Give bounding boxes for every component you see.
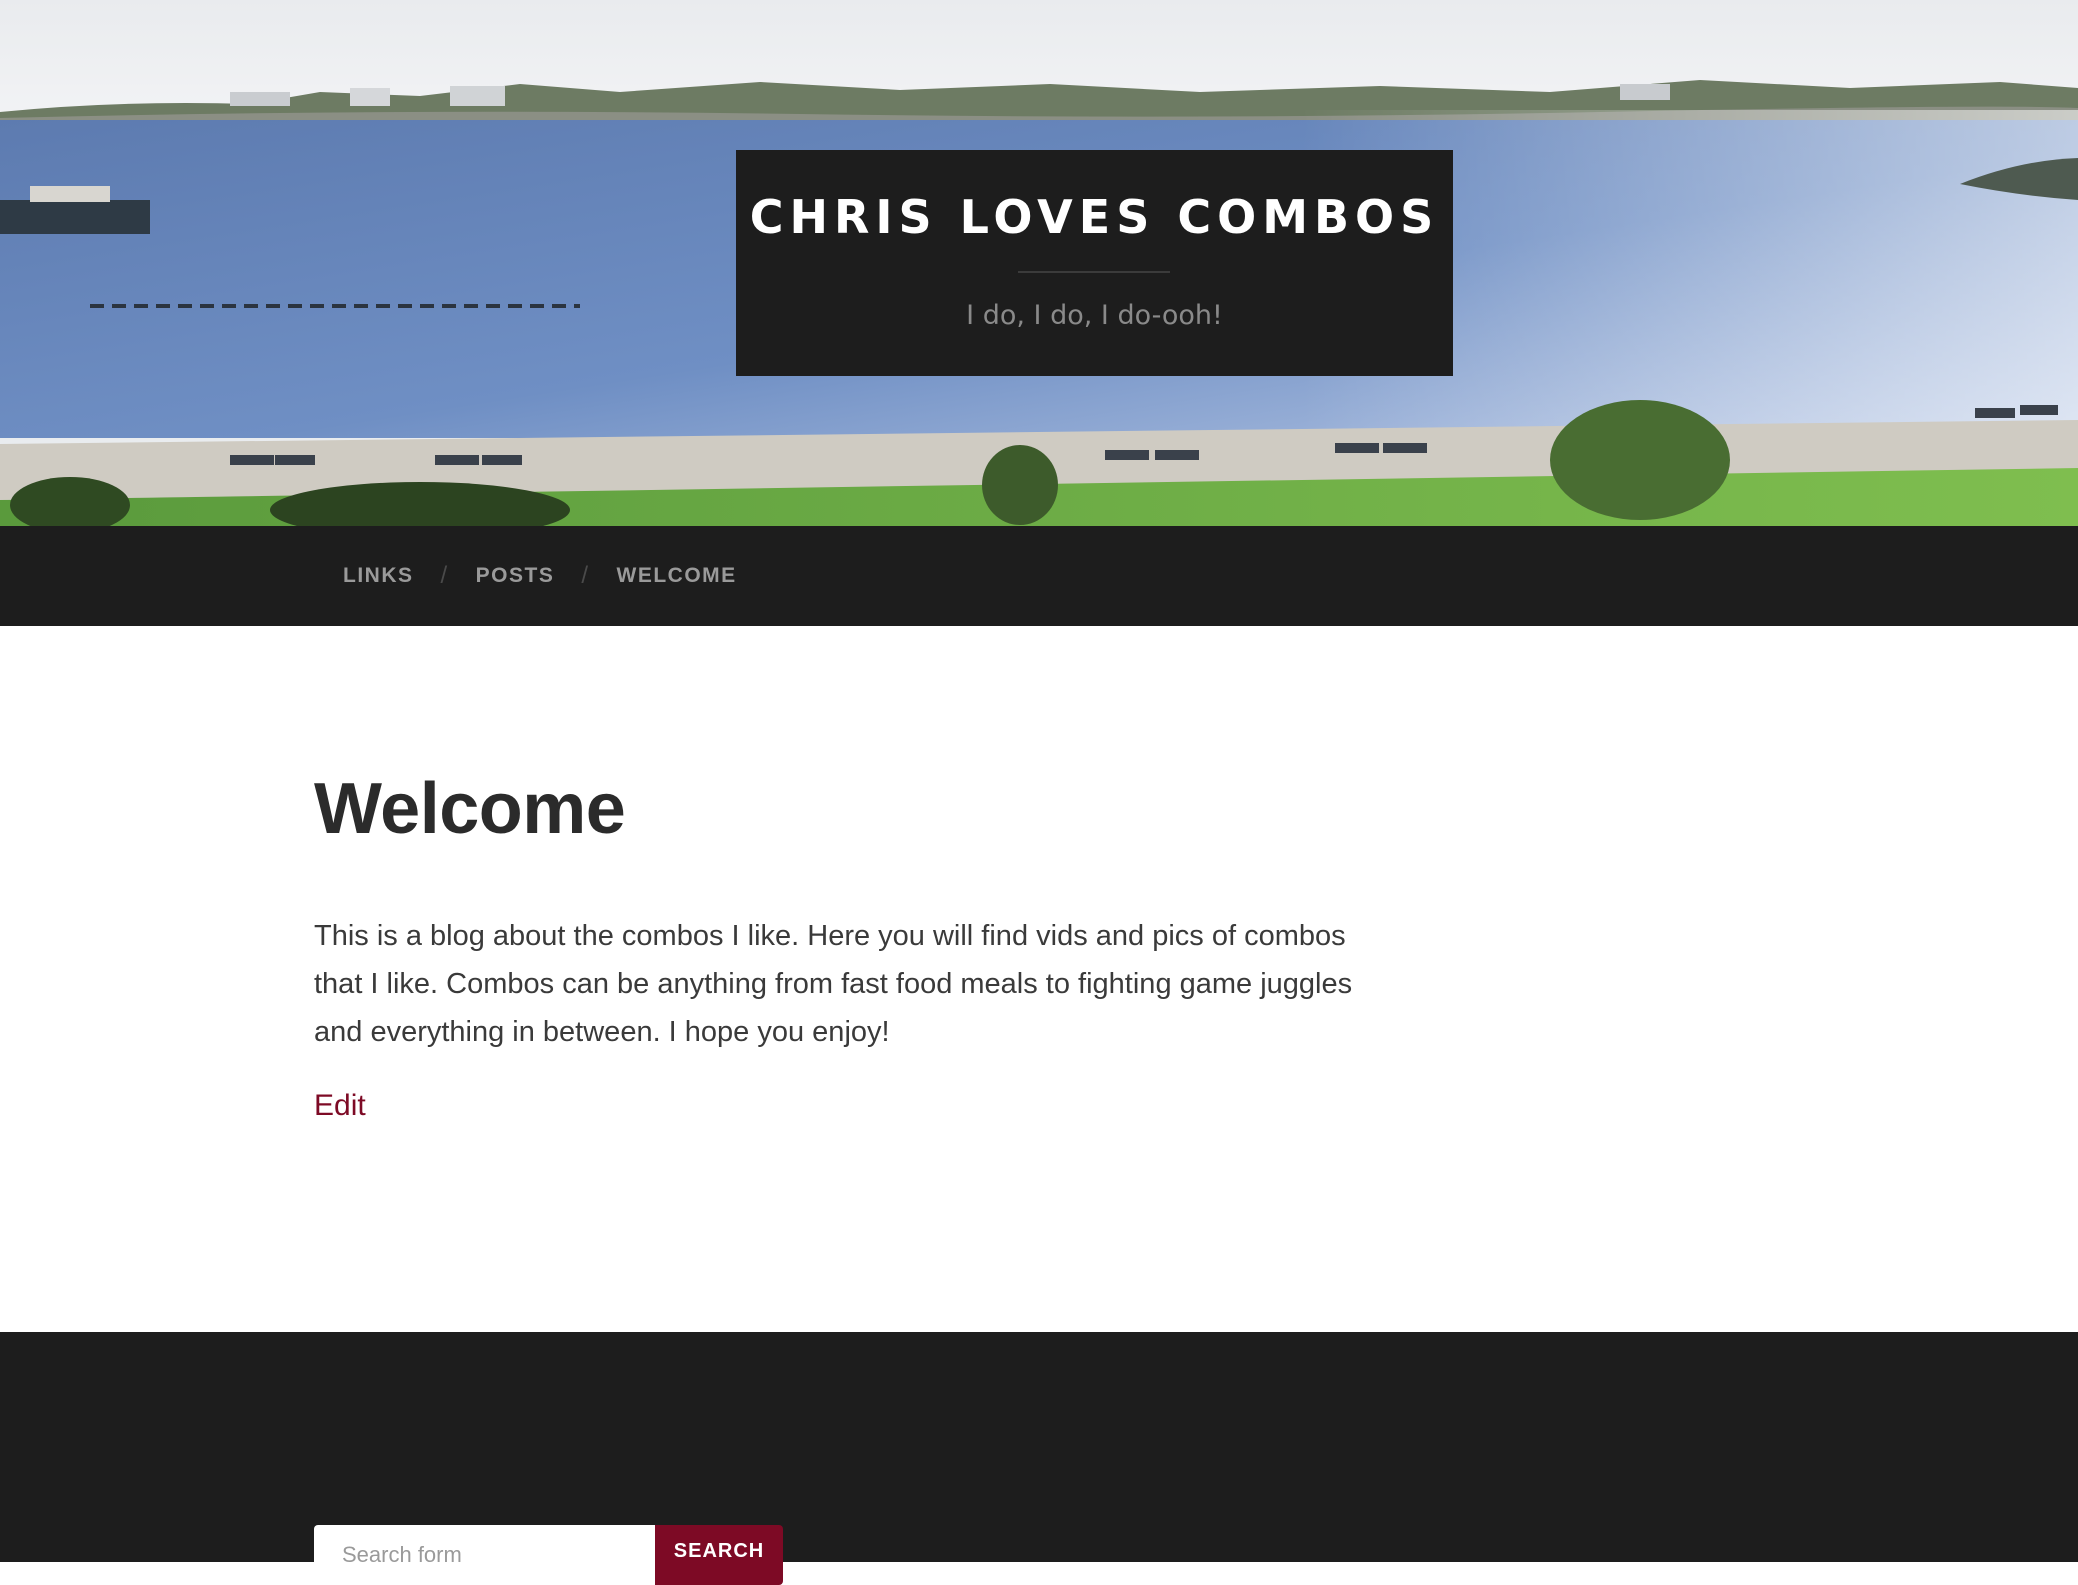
edit-link[interactable]: Edit xyxy=(314,1089,366,1123)
nav-item-links[interactable]: LINKS xyxy=(343,564,414,588)
nav-item-welcome[interactable]: WELCOME xyxy=(617,564,737,588)
nav-separator: / xyxy=(581,562,590,589)
title-divider xyxy=(1018,271,1170,273)
nav-separator: / xyxy=(440,562,449,589)
page-body-text: This is a blog about the combos I like. … xyxy=(314,920,1353,1049)
main-navigation: LINKS / POSTS / WELCOME xyxy=(0,526,2078,626)
site-tagline: I do, I do, I do-ooh! xyxy=(966,300,1223,331)
hero-header: CHRIS LOVES COMBOS I do, I do, I do-ooh! xyxy=(0,0,2078,526)
nav-item-posts[interactable]: POSTS xyxy=(476,564,555,588)
search-form: SEARCH xyxy=(314,1525,783,1585)
site-title[interactable]: CHRIS LOVES COMBOS xyxy=(736,190,1453,245)
page-title: Welcome xyxy=(314,769,626,849)
site-footer: SEARCH xyxy=(0,1332,2078,1585)
search-button[interactable]: SEARCH xyxy=(655,1525,783,1585)
search-input[interactable] xyxy=(314,1525,655,1585)
nav-menu: LINKS / POSTS / WELCOME xyxy=(343,526,737,626)
site-branding-box: CHRIS LOVES COMBOS I do, I do, I do-ooh! xyxy=(736,150,1453,376)
page-content: Welcome This is a blog about the combos … xyxy=(314,769,1364,1123)
